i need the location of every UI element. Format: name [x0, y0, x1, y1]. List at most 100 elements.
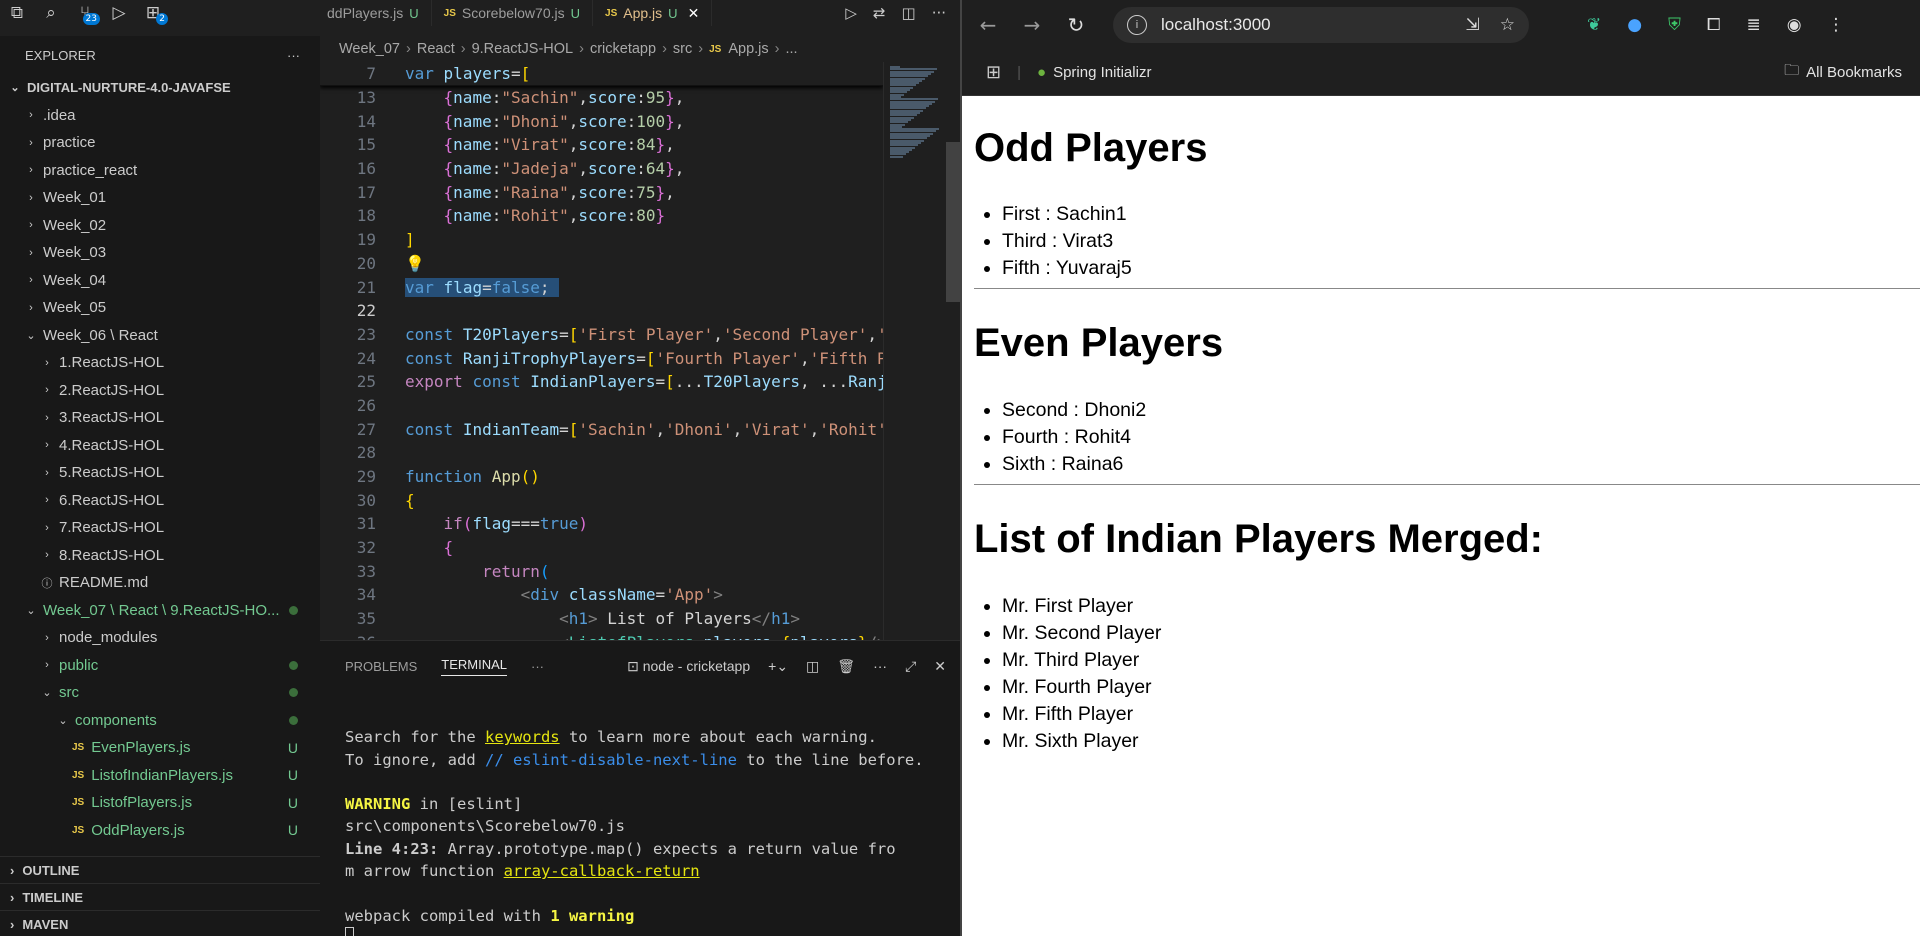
- breadcrumb-item[interactable]: ...: [785, 41, 797, 57]
- breadcrumb-item[interactable]: React: [417, 41, 455, 57]
- close-tab-icon[interactable]: ✕: [688, 5, 700, 22]
- tree-item[interactable]: › Week_05: [0, 294, 320, 322]
- tree-item[interactable]: › Week_02: [0, 212, 320, 240]
- section-label: MAVEN: [22, 916, 69, 932]
- puzzle-extensions-icon[interactable]: ⧠: [1707, 15, 1721, 35]
- maximize-icon[interactable]: ⤢: [905, 658, 916, 675]
- site-info-icon[interactable]: i: [1127, 15, 1147, 35]
- line-number: 13: [356, 88, 376, 108]
- split-editor-icon[interactable]: ◫: [902, 4, 916, 22]
- split-terminal-icon[interactable]: ◫: [806, 658, 819, 675]
- source-control-icon[interactable]: ⑂23: [68, 0, 102, 26]
- tree-item-label: OddPlayers.js: [91, 821, 185, 839]
- breadcrumb-item[interactable]: 9.ReactJS-HOL: [472, 41, 574, 57]
- terminal-output[interactable]: Search for the keywords to learn more ab…: [320, 691, 960, 936]
- line-number: 18: [356, 206, 376, 226]
- bookmark-star-icon[interactable]: ☆: [1500, 15, 1515, 35]
- code-line: 30 {: [320, 488, 883, 512]
- reload-icon[interactable]: ↻: [1054, 13, 1098, 37]
- terminal-selector[interactable]: ⊡ node - cricketapp: [627, 658, 750, 675]
- extensions-icon[interactable]: ⊞ 2: [136, 0, 170, 26]
- tree-item[interactable]: › 2.ReactJS-HOL: [0, 377, 320, 405]
- tab-scorebelow70-js[interactable]: JS Scorebelow70.js U: [432, 0, 594, 26]
- tab-terminal[interactable]: TERMINAL: [441, 657, 507, 676]
- explorer-icon[interactable]: ⧉: [0, 0, 34, 26]
- tree-item[interactable]: ⓘ README.md: [0, 569, 320, 597]
- bottom-panel: PROBLEMS TERMINAL ··· ⊡ node - cricketap…: [320, 640, 960, 936]
- tree-item[interactable]: › Week_04: [0, 267, 320, 295]
- tree-item[interactable]: › 8.ReactJS-HOL: [0, 542, 320, 570]
- tree-item-label: README.md: [59, 574, 149, 592]
- git-status-dot: [289, 660, 298, 670]
- tree-item[interactable]: › Week_03: [0, 239, 320, 267]
- more-actions-icon[interactable]: ···: [932, 4, 946, 22]
- leaf-extension-icon[interactable]: ❦: [1587, 15, 1601, 35]
- code-line: 31 if(flag===true): [320, 512, 883, 536]
- breadcrumb-item[interactable]: Week_07: [339, 41, 400, 57]
- shield-extension-icon[interactable]: ⛨: [1668, 15, 1681, 35]
- tab-ddplayers-js[interactable]: ddPlayers.js U: [315, 0, 432, 26]
- media-icon[interactable]: ≣: [1746, 15, 1760, 35]
- section-maven[interactable]: › MAVEN: [0, 910, 320, 936]
- close-icon[interactable]: ✕: [934, 658, 946, 675]
- blue-extension-icon[interactable]: ●: [1627, 15, 1642, 35]
- breadcrumb-item[interactable]: cricketapp: [590, 41, 656, 57]
- compare-icon[interactable]: ⇄: [873, 4, 886, 22]
- new-terminal-icon[interactable]: +⌄: [768, 658, 788, 675]
- back-icon[interactable]: ←: [966, 13, 1010, 37]
- editor-scrollbar[interactable]: [946, 142, 960, 302]
- tab-app-js[interactable]: JS App.js U ✕: [593, 0, 713, 26]
- more-icon[interactable]: ···: [873, 658, 887, 674]
- run-debug-icon[interactable]: ▷: [102, 0, 136, 26]
- panel-more-button[interactable]: ···: [531, 659, 544, 674]
- tree-item[interactable]: › public: [0, 652, 320, 680]
- section-outline[interactable]: › OUTLINE: [0, 856, 320, 883]
- tree-item[interactable]: ⌄ src: [0, 679, 320, 707]
- explorer-more-button[interactable]: ···: [287, 48, 300, 63]
- git-status-badge: U: [570, 5, 581, 21]
- forward-icon[interactable]: →: [1010, 13, 1054, 37]
- tree-item[interactable]: › 5.ReactJS-HOL: [0, 459, 320, 487]
- tree-item[interactable]: › 7.ReactJS-HOL: [0, 514, 320, 542]
- trash-icon[interactable]: 🗑: [837, 658, 855, 675]
- browser-menu-icon[interactable]: ⋮: [1828, 15, 1845, 35]
- bookmark-spring-initializr[interactable]: ● Spring Initializr: [1037, 64, 1151, 81]
- tree-item[interactable]: › node_modules: [0, 624, 320, 652]
- chevron-right-icon: ›: [45, 521, 49, 534]
- address-bar[interactable]: i localhost:3000 ⇲ ☆: [1113, 7, 1529, 43]
- tree-item[interactable]: › Week_01: [0, 184, 320, 212]
- tree-item[interactable]: › practice_react: [0, 157, 320, 185]
- install-app-icon[interactable]: ⇲: [1466, 15, 1480, 35]
- tree-item[interactable]: › 3.ReactJS-HOL: [0, 404, 320, 432]
- all-bookmarks-button[interactable]: 🗀 All Bookmarks: [1784, 60, 1902, 85]
- code-text: const RanjiTrophyPlayers=['Fourth Player…: [405, 348, 883, 368]
- code-line: 28: [320, 441, 883, 465]
- list-item: Third : Virat3: [1002, 228, 1920, 255]
- tree-item[interactable]: › 4.ReactJS-HOL: [0, 432, 320, 460]
- tree-item[interactable]: › 1.ReactJS-HOL: [0, 349, 320, 377]
- tree-item[interactable]: ⌄ components: [0, 707, 320, 735]
- code-editor[interactable]: 7 var players=[13 {name:"Sachin",score:95…: [320, 62, 883, 640]
- workspace-root[interactable]: ⌄ DIGITAL-NURTURE-4.0-JAVAFSE: [0, 74, 320, 102]
- tree-item[interactable]: ⌄ Week_06 \ React: [0, 322, 320, 350]
- apps-grid-icon[interactable]: ⊞: [986, 62, 1001, 83]
- tree-item[interactable]: JS ListofIndianPlayers.js U: [0, 762, 320, 790]
- tree-item[interactable]: JS EvenPlayers.js U: [0, 734, 320, 762]
- breadcrumb-item[interactable]: src: [673, 41, 692, 57]
- tree-item[interactable]: › .idea: [0, 102, 320, 130]
- tree-item[interactable]: ⌄ Week_07 \ React \ 9.ReactJS-HO...: [0, 597, 320, 625]
- minimap[interactable]: [883, 62, 960, 640]
- breadcrumb-item[interactable]: App.js: [728, 41, 768, 57]
- tree-item[interactable]: JS ListofPlayers.js U: [0, 789, 320, 817]
- chevron-down-icon: ⌄: [26, 604, 36, 617]
- tree-item[interactable]: JS OddPlayers.js U: [0, 817, 320, 845]
- section-timeline[interactable]: › TIMELINE: [0, 883, 320, 910]
- profile-avatar[interactable]: ◉: [1787, 15, 1802, 35]
- search-icon[interactable]: ⌕: [34, 0, 68, 26]
- tab-problems[interactable]: PROBLEMS: [345, 659, 417, 674]
- run-icon[interactable]: ▷: [845, 4, 857, 22]
- line-number: 7: [366, 63, 376, 83]
- tree-item[interactable]: › 6.ReactJS-HOL: [0, 487, 320, 515]
- code-text: {name:"Virat",score:84},: [443, 135, 675, 155]
- tree-item[interactable]: › practice: [0, 129, 320, 157]
